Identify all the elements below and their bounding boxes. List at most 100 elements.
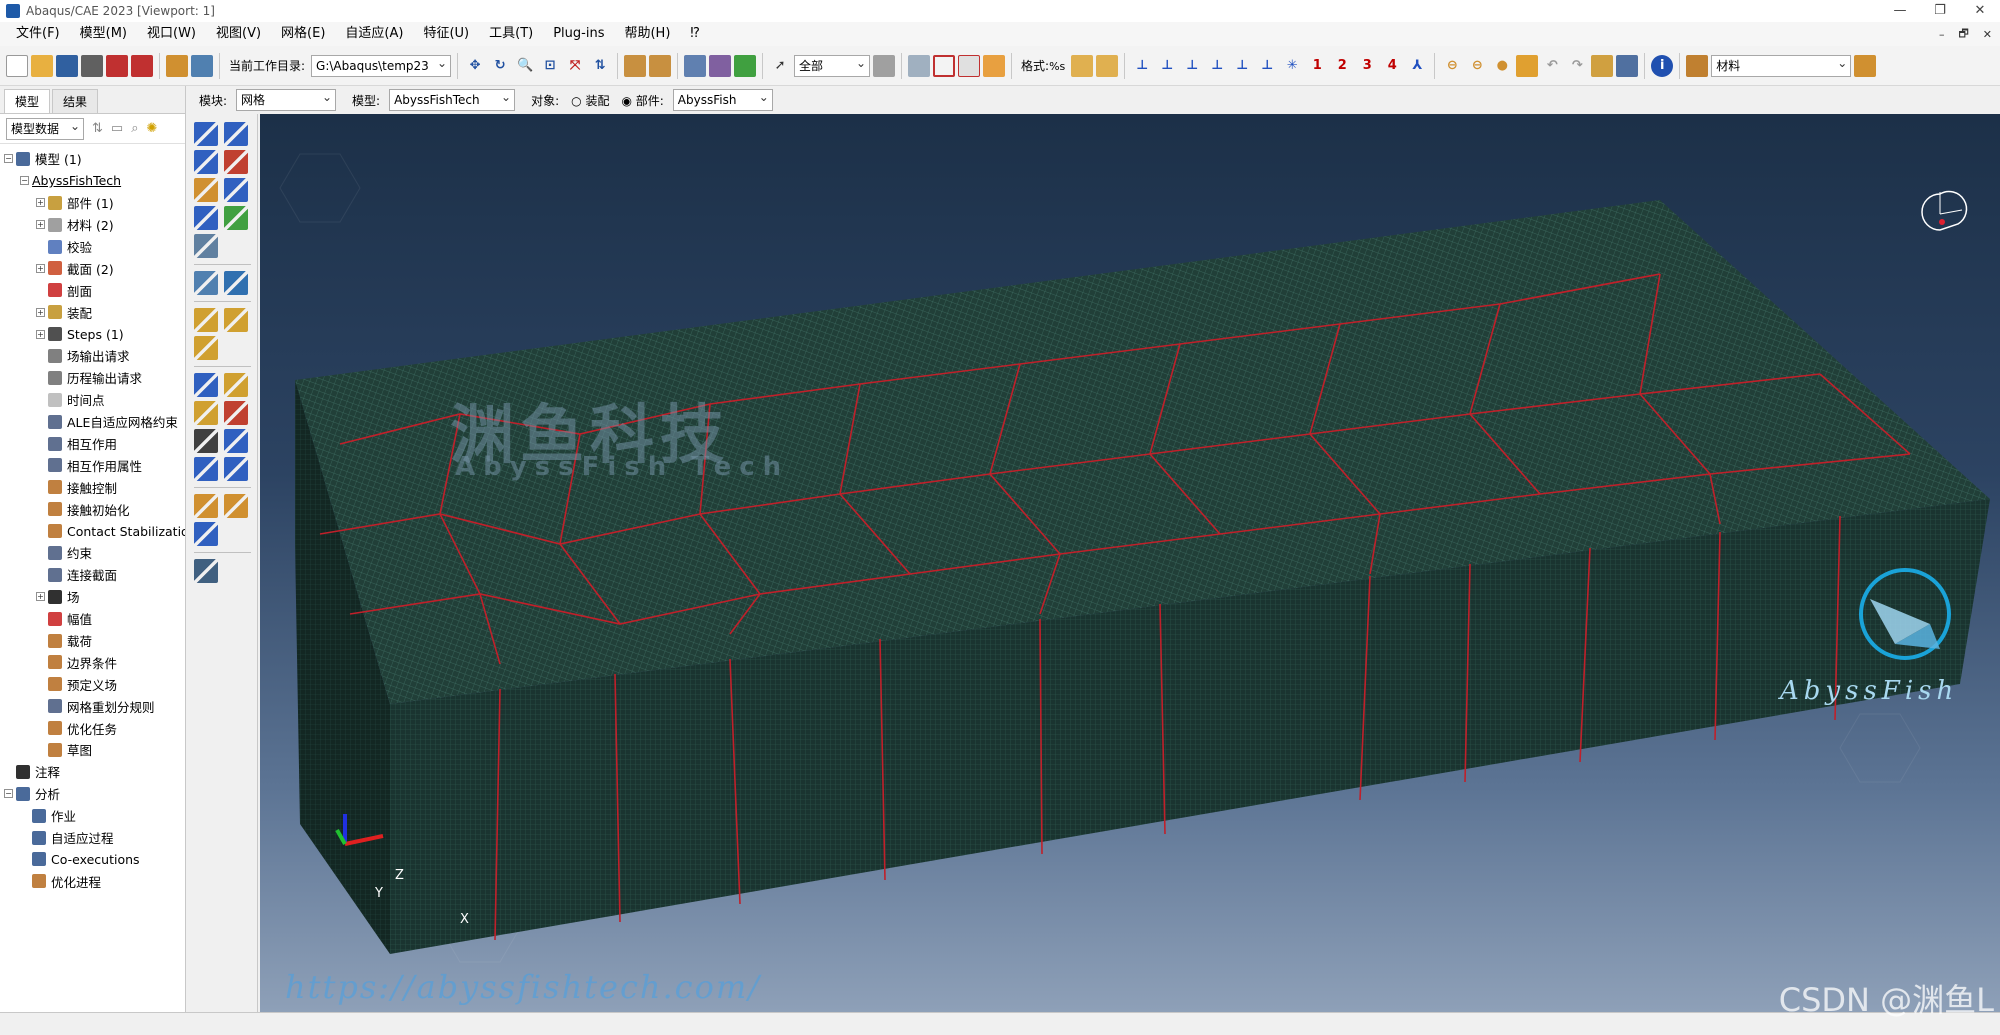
fit-view-icon[interactable]: ⤧ (564, 55, 586, 77)
cycle-view-icon[interactable]: ⇅ (589, 55, 611, 77)
highlight-icon[interactable] (983, 54, 1006, 77)
mesh-tool-icon[interactable] (194, 178, 218, 202)
tree-item[interactable]: 草图 (0, 739, 185, 761)
tree-item[interactable]: 接触控制 (0, 476, 185, 498)
mesh-tool-icon[interactable] (224, 206, 248, 230)
box-select-icon[interactable] (933, 54, 956, 77)
undo-icon[interactable]: ↶ (1541, 55, 1563, 77)
menu-item-8[interactable]: Plug-ins (543, 22, 614, 46)
cube-2-icon[interactable] (1096, 54, 1119, 77)
tree-item[interactable]: + 场 (0, 586, 185, 608)
sort-icon[interactable]: ⇅ (92, 121, 103, 136)
tree-item[interactable]: 时间点 (0, 389, 185, 411)
expand-toggle-icon[interactable]: + (36, 592, 45, 602)
filter-icon[interactable]: ⌕ (131, 121, 138, 136)
mesh-tool-icon[interactable] (194, 150, 218, 174)
mesh-tool-icon[interactable] (194, 373, 218, 397)
print-icon[interactable] (81, 54, 103, 77)
link-2-icon[interactable]: ⊖ (1466, 55, 1488, 77)
pan-icon[interactable]: ✥ (464, 55, 486, 77)
tree-item[interactable]: 相互作用属性 (0, 454, 185, 476)
render-hidden-icon[interactable] (709, 54, 732, 77)
tree-item[interactable]: 预定义场 (0, 673, 185, 695)
tree-item[interactable]: + Steps (1) (0, 323, 185, 345)
part-radio[interactable]: ◉ 部件: (621, 92, 663, 109)
redo-icon[interactable]: ↷ (1566, 55, 1588, 77)
csys-4-button[interactable]: 4 (1381, 55, 1403, 77)
mesh-tool-icon[interactable] (194, 522, 218, 546)
csys-zy-icon[interactable]: ⊥ (1206, 55, 1228, 77)
mesh-tool-icon[interactable] (194, 429, 218, 453)
menu-item-2[interactable]: 视口(W) (137, 22, 206, 46)
hammer-icon[interactable] (1516, 54, 1539, 77)
rotate-icon[interactable]: ↻ (489, 55, 511, 77)
assembly-radio[interactable]: ○ 装配 (571, 92, 609, 109)
mesh-tool-icon[interactable] (224, 429, 248, 453)
tree-item[interactable]: + 部件 (1) (0, 192, 185, 214)
drag-shape-icon[interactable] (908, 54, 931, 77)
selection-filter-combo[interactable]: 全部 (794, 54, 871, 77)
color-code-combo[interactable]: 材料 (1711, 54, 1852, 77)
save-icon[interactable] (56, 54, 78, 77)
csys-xy-icon[interactable]: ⊥ (1131, 55, 1153, 77)
expand-toggle-icon[interactable]: + (36, 329, 45, 339)
mesh-tool-icon[interactable] (194, 234, 218, 258)
ruler-icon[interactable] (624, 54, 647, 77)
tree-item[interactable]: 载荷 (0, 630, 185, 652)
viewport-icon[interactable] (166, 54, 188, 77)
triad-icon[interactable]: ⅄ (1406, 55, 1428, 77)
render-wireframe-icon[interactable] (684, 54, 707, 77)
tree-item[interactable]: − 模型 (1) (0, 148, 185, 170)
tree-filter-combo[interactable]: 模型数据 (6, 117, 84, 140)
tree-item[interactable]: 作业 (0, 805, 185, 827)
csys-yx-icon[interactable]: ⊥ (1156, 55, 1178, 77)
expand-toggle-icon[interactable]: − (4, 789, 13, 799)
mesh-tool-icon[interactable] (224, 401, 248, 425)
open-folder-icon[interactable] (31, 54, 53, 77)
new-file-icon[interactable] (6, 54, 28, 77)
menu-item-6[interactable]: 特征(U) (413, 22, 479, 46)
close-button[interactable]: ✕ (1960, 0, 2000, 22)
mesh-tool-icon[interactable] (194, 206, 218, 230)
tree-item[interactable]: 网格重划分规则 (0, 695, 185, 717)
mesh-tool-icon[interactable] (224, 150, 248, 174)
expand-toggle-icon[interactable]: + (36, 220, 45, 230)
tree-item[interactable]: − AbyssFishTech (0, 170, 185, 192)
tree-item[interactable]: 接触初始化 (0, 498, 185, 520)
csys-2-button[interactable]: 2 (1331, 55, 1353, 77)
mdi-close-button[interactable]: ✕ (1983, 28, 1992, 41)
mdi-restore-button[interactable]: 🗗 (1958, 25, 1968, 44)
tree-item[interactable]: 历程输出请求 (0, 367, 185, 389)
model-combo[interactable]: AbyssFishTech (389, 89, 516, 111)
mesh-tool-icon[interactable] (194, 271, 218, 295)
tree-item[interactable]: 优化任务 (0, 717, 185, 739)
tree-item[interactable]: + 材料 (2) (0, 214, 185, 236)
mesh-tool-icon[interactable] (194, 122, 218, 146)
query-icon[interactable] (958, 54, 981, 77)
tree-item[interactable]: 约束 (0, 542, 185, 564)
tab-model[interactable]: 模型 (4, 89, 51, 113)
info-icon[interactable]: i (1651, 54, 1674, 77)
mesh-tool-icon[interactable] (224, 494, 248, 518)
tree-item[interactable]: 优化进程 (0, 870, 185, 892)
color-options-icon[interactable] (1854, 54, 1877, 77)
expand-toggle-icon[interactable]: + (36, 198, 45, 208)
workdir-combo[interactable]: G:\Abaqus\temp23 (311, 54, 452, 77)
maximize-button[interactable]: ❐ (1920, 0, 1960, 22)
menu-item-7[interactable]: 工具(T) (479, 22, 543, 46)
layout-icon[interactable] (191, 54, 213, 77)
csys-zx-icon[interactable]: ⊥ (1231, 55, 1253, 77)
folder-icon[interactable]: ▭ (111, 121, 123, 136)
mesh-tool-icon[interactable] (194, 494, 218, 518)
csys-1-button[interactable]: 1 (1306, 55, 1328, 77)
expand-toggle-icon[interactable]: − (4, 154, 13, 164)
menu-item-10[interactable]: ⁉ (680, 22, 710, 46)
csys-xz-icon[interactable]: ⊥ (1256, 55, 1278, 77)
mesh-tool-icon[interactable] (194, 401, 218, 425)
manager-icon[interactable] (1591, 54, 1614, 77)
mesh-tool-icon[interactable] (224, 373, 248, 397)
cube-icon[interactable] (1071, 54, 1094, 77)
tab-results[interactable]: 结果 (52, 89, 99, 113)
mesh-tool-icon[interactable] (194, 457, 218, 481)
zoom-icon[interactable]: 🔍 (514, 55, 536, 77)
